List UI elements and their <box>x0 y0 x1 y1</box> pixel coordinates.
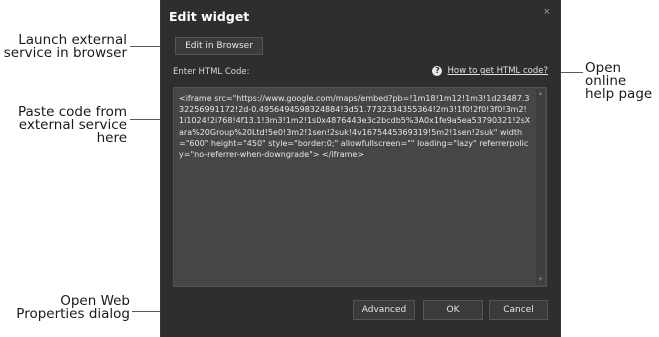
callout-help-line1: Open online <box>585 60 627 89</box>
help-link-group[interactable]: ? How to get HTML code? <box>432 66 548 76</box>
scroll-down-icon[interactable]: ▼ <box>537 277 544 283</box>
callout-help-line2: help page <box>585 86 653 102</box>
edit-widget-dialog: Edit widget × Edit in Browser Enter HTML… <box>160 0 561 337</box>
callout-props: Open Web Properties dialog <box>0 294 130 322</box>
callout-launch-line2: service in browser <box>3 45 127 61</box>
cancel-button[interactable]: Cancel <box>489 300 548 320</box>
dialog-title: Edit widget <box>169 9 250 24</box>
code-scrollbar[interactable]: ▲ ▼ <box>536 89 545 285</box>
html-code-label: Enter HTML Code: <box>173 67 250 77</box>
callout-props-line2: Properties dialog <box>16 306 130 322</box>
html-code-text[interactable]: <iframe src="https://www.google.com/maps… <box>179 93 531 160</box>
callout-help: Open online help page <box>585 60 659 102</box>
edit-in-browser-button[interactable]: Edit in Browser <box>175 37 263 55</box>
close-icon[interactable]: × <box>544 6 550 18</box>
help-icon[interactable]: ? <box>432 66 443 76</box>
scroll-up-icon[interactable]: ▲ <box>537 91 544 97</box>
callout-paste-line2: external service here <box>18 117 127 146</box>
callout-launch: Launch external service in browser <box>0 33 127 61</box>
callout-paste: Paste code from external service here <box>0 105 127 146</box>
ok-button[interactable]: OK <box>423 300 483 320</box>
html-code-textarea[interactable]: <iframe src="https://www.google.com/maps… <box>173 87 547 287</box>
advanced-button[interactable]: Advanced <box>353 300 415 320</box>
how-to-get-html-link[interactable]: How to get HTML code? <box>447 66 548 76</box>
